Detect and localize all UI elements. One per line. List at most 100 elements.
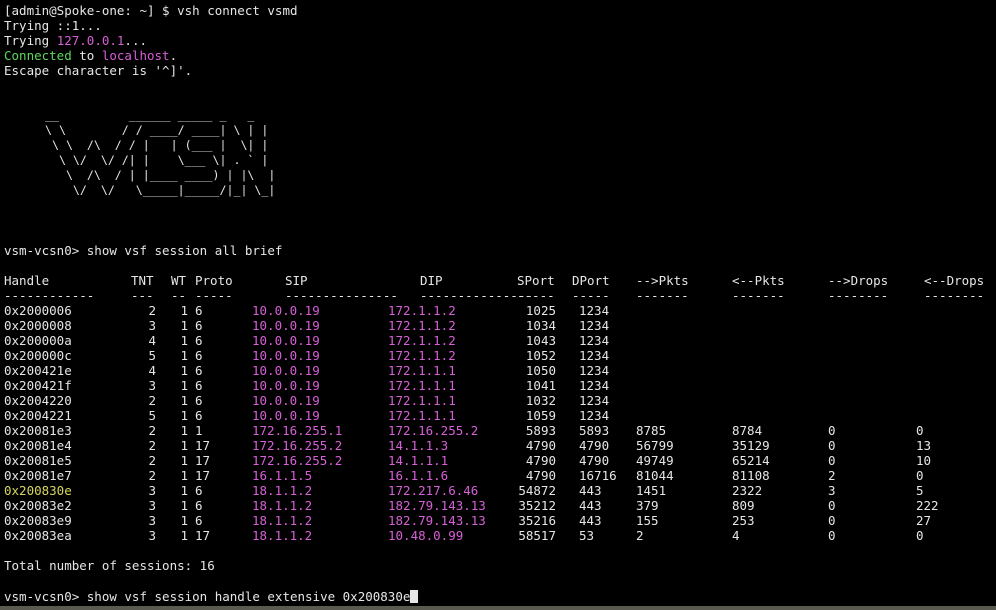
cell-rev-drops [916,393,994,408]
cell-sport: 4790 [525,453,556,468]
cell-dip: 172.1.1.2 [388,303,456,318]
cell-wt: 1 [180,408,188,423]
cell-tnt: 4 [148,363,156,378]
cell-dip: 182.79.143.13 [388,513,486,528]
cell-tnt: 3 [148,318,156,333]
cell-fwd-drops: 0 [828,528,836,543]
cell-sip: 10.0.0.19 [252,393,320,408]
cell-dport: 1234 [579,348,610,363]
cell-dport: 1234 [579,363,610,378]
header-rev-drops: <--Drops [924,273,985,288]
cell-rev-drops: 222 [916,498,939,513]
cell-dip: 172.1.1.1 [388,363,456,378]
cell-sip: 172.16.255.2 [252,438,343,453]
cell-dip: 182.79.143.13 [388,498,486,513]
cell-dport: 443 [579,513,602,528]
cell-fwd-pkts [636,363,706,378]
cell-fwd-pkts: 49749 [636,453,674,468]
cell-wt: 1 [180,333,188,348]
cell-sip: 10.0.0.19 [252,333,320,348]
cell-rev-pkts [732,318,802,333]
cell-sip: 10.0.0.19 [252,303,320,318]
cell-fwd-drops: 0 [828,498,836,513]
cell-handle: 0x20081e3 [4,423,72,438]
cell-handle: 0x200830e [4,483,72,498]
cell-fwd-drops: 0 [828,438,836,453]
cell-dip: 16.1.1.6 [388,468,449,483]
cell-dport: 5893 [579,423,610,438]
cell-sip: 18.1.1.2 [252,513,313,528]
cell-sip: 10.0.0.19 [252,378,320,393]
separator-sip: --------------- [285,288,398,303]
cell-sip: 18.1.1.2 [252,483,313,498]
header-wt: WT [171,273,187,288]
cell-fwd-drops [828,348,898,363]
cell-rev-drops [916,303,994,318]
cell-dip: 172.1.1.2 [388,348,456,363]
cell-wt: 1 [180,423,188,438]
cell-rev-drops: 10 [916,453,932,468]
connected-to: to [71,48,102,63]
separator-dport: ----- [572,288,610,303]
cell-handle: 0x200000a [4,333,72,348]
cell-rev-drops: 13 [916,438,932,453]
separator-rev-pkts: ------- [732,288,785,303]
cell-dip: 172.1.1.1 [388,408,456,423]
cell-rev-pkts [732,408,802,423]
terminal-window[interactable]: [admin@Spoke-one: ~] $ vsh connect vsmd … [0,0,996,610]
table-row: 0x20081e4 2 1 17 172.16.255.2 14.1.1.3 4790 479… [0,438,996,453]
cell-proto: 6 [195,333,203,348]
cell-handle: 0x20081e7 [4,468,72,483]
cell-dip: 172.217.6.46 [388,483,479,498]
cell-handle: 0x200000c [4,348,72,363]
table-row: 0x2004220 2 1 6 10.0.0.19 172.1.1.1 1032 1234 [0,393,996,408]
cell-rev-pkts [732,378,802,393]
cell-sport: 1050 [525,363,556,378]
cell-sport: 4790 [525,468,556,483]
cell-fwd-pkts [636,408,706,423]
cell-proto: 6 [195,348,203,363]
cell-handle: 0x20083ea [4,528,72,543]
cell-wt: 1 [180,378,188,393]
trying-ipv6-line: Trying ::1... [4,18,102,33]
cell-rev-drops [916,333,994,348]
cell-proto: 6 [195,513,203,528]
cell-fwd-pkts [636,318,706,333]
cell-dport: 4790 [579,438,610,453]
header-dport: DPort [572,273,610,288]
cell-fwd-pkts: 155 [636,513,659,528]
cell-sip: 10.0.0.19 [252,348,320,363]
cell-dport: 1234 [579,408,610,423]
cell-fwd-pkts [636,333,706,348]
cell-sport: 1034 [525,318,556,333]
cell-tnt: 2 [148,453,156,468]
cell-wt: 1 [180,348,188,363]
cell-rev-pkts [732,393,802,408]
cell-rev-drops [916,378,994,393]
cell-fwd-pkts: 56799 [636,438,674,453]
cell-rev-pkts: 8784 [732,423,763,438]
trying-ip: 127.0.0.1 [56,33,125,48]
separator-dip: --------------- [420,288,533,303]
cell-proto: 6 [195,408,203,423]
cell-tnt: 2 [148,393,156,408]
cell-fwd-drops [828,303,898,318]
command-session-brief: vsm-vcsn0> show vsf session all brief [4,243,283,258]
connected-period: . [169,48,178,63]
header-sport: SPort [517,273,555,288]
cell-proto: 17 [195,438,211,453]
cell-sip: 172.16.255.1 [252,423,343,438]
cell-fwd-drops [828,393,898,408]
cell-dport: 1234 [579,393,610,408]
cell-sip: 16.1.1.5 [252,468,313,483]
cell-wt: 1 [180,528,188,543]
cell-sport: 5893 [525,423,556,438]
escape-line: Escape character is '^]'. [4,63,193,78]
table-row: 0x200000a 4 1 6 10.0.0.19 172.1.1.2 1043 1234 [0,333,996,348]
cell-dport: 1234 [579,318,610,333]
current-command-line[interactable]: vsm-vcsn0> show vsf session handle exten… [4,589,419,604]
cell-fwd-drops: 0 [828,513,836,528]
cell-tnt: 2 [148,303,156,318]
cell-dport: 1234 [579,303,610,318]
separator-rev-drops: -------- [924,288,985,303]
